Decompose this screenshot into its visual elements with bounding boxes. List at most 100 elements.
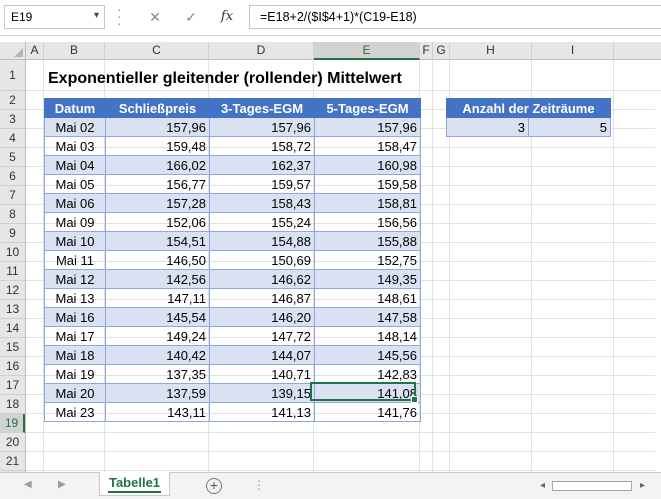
table-cell[interactable]: 146,62 (209, 269, 315, 289)
table-cell[interactable]: 166,02 (105, 155, 210, 175)
row-header-19[interactable]: 19 (0, 414, 25, 433)
table-cell[interactable]: 159,58 (314, 174, 421, 194)
table-cell[interactable]: 152,75 (314, 250, 421, 270)
table-cell[interactable]: 142,56 (105, 269, 210, 289)
table-cell[interactable]: 149,35 (314, 269, 421, 289)
row-header-9[interactable]: 9 (0, 224, 25, 243)
table-cell[interactable]: 147,72 (209, 326, 315, 346)
table-cell[interactable]: 137,59 (105, 383, 210, 403)
column-header-d[interactable]: D (209, 42, 314, 60)
table-cell[interactable]: Mai 20 (44, 383, 106, 403)
table-cell[interactable]: 148,61 (314, 288, 421, 308)
previous-sheet-icon[interactable]: ◀ (24, 479, 32, 490)
row-header-18[interactable]: 18 (0, 395, 25, 414)
header-5-tages-egm[interactable]: 5-Tages-EGM (314, 98, 421, 118)
scroll-thumb[interactable] (552, 481, 632, 491)
sheet-tab-tabelle1[interactable]: Tabelle1 (99, 472, 170, 496)
table-cell[interactable]: 141,13 (209, 402, 315, 422)
scroll-left-icon[interactable]: ◂ (540, 478, 545, 494)
column-header-a[interactable]: A (26, 42, 44, 60)
table-cell[interactable]: 145,56 (314, 345, 421, 365)
table-cell[interactable]: 157,96 (105, 117, 210, 137)
table-cell[interactable]: Mai 11 (44, 250, 106, 270)
vertical-scrollbar[interactable] (655, 102, 661, 472)
table-cell[interactable]: Mai 18 (44, 345, 106, 365)
column-header-b[interactable]: B (44, 42, 105, 60)
insert-function-button[interactable]: fx (216, 7, 238, 27)
table-cell[interactable]: Mai 05 (44, 174, 106, 194)
column-header-g[interactable]: G (433, 42, 450, 60)
row-header-5[interactable]: 5 (0, 148, 25, 167)
table-cell[interactable]: Mai 09 (44, 212, 106, 232)
header-schliesspreis[interactable]: Schließpreis (105, 98, 210, 118)
table-cell[interactable]: 149,24 (105, 326, 210, 346)
period-5-cell[interactable]: 5 (528, 117, 611, 137)
header-datum[interactable]: Datum (44, 98, 106, 118)
cancel-icon[interactable]: ✕ (144, 7, 166, 27)
table-cell[interactable]: 141,76 (314, 402, 421, 422)
row-header-21[interactable]: 21 (0, 452, 25, 471)
cell-area[interactable]: Exponentieller gleitender (rollender) Mi… (26, 60, 661, 472)
table-cell[interactable]: Mai 04 (44, 155, 106, 175)
table-cell[interactable]: 146,20 (209, 307, 315, 327)
horizontal-scrollbar[interactable]: ◂ ▸ (540, 478, 658, 494)
name-box[interactable]: E19 ▾ (4, 5, 105, 29)
row-header-11[interactable]: 11 (0, 262, 25, 281)
column-header-h[interactable]: H (450, 42, 532, 60)
table-cell[interactable]: 146,50 (105, 250, 210, 270)
header-anzahl-zeitraeume[interactable]: Anzahl der Zeiträume (446, 98, 611, 118)
drag-handle-icon[interactable]: ⋮ (253, 478, 265, 492)
table-cell[interactable]: 137,35 (105, 364, 210, 384)
table-cell[interactable]: 159,48 (105, 136, 210, 156)
table-cell[interactable]: 140,42 (105, 345, 210, 365)
row-header-6[interactable]: 6 (0, 167, 25, 186)
add-sheet-icon[interactable]: + (206, 478, 222, 494)
next-sheet-icon[interactable]: ▶ (58, 479, 66, 490)
table-cell[interactable]: 146,87 (209, 288, 315, 308)
table-cell[interactable]: 156,56 (314, 212, 421, 232)
row-header-13[interactable]: 13 (0, 300, 25, 319)
table-cell[interactable]: 158,43 (209, 193, 315, 213)
table-cell[interactable]: 158,81 (314, 193, 421, 213)
check-icon[interactable]: ✓ (180, 7, 202, 27)
table-cell[interactable]: Mai 16 (44, 307, 106, 327)
table-cell[interactable]: 157,28 (105, 193, 210, 213)
table-cell[interactable]: 147,58 (314, 307, 421, 327)
column-header-f[interactable]: F (420, 42, 433, 60)
table-cell[interactable]: 140,71 (209, 364, 315, 384)
row-header-10[interactable]: 10 (0, 243, 25, 262)
table-cell[interactable]: 152,06 (105, 212, 210, 232)
table-cell[interactable]: 142,83 (314, 364, 421, 384)
select-all-button[interactable] (0, 42, 26, 60)
table-cell[interactable]: 156,77 (105, 174, 210, 194)
chevron-down-icon[interactable]: ▾ (94, 10, 99, 21)
row-header-1[interactable]: 1 (0, 60, 25, 91)
period-3-cell[interactable]: 3 (446, 117, 529, 137)
table-cell[interactable]: 158,72 (209, 136, 315, 156)
table-cell[interactable]: 150,69 (209, 250, 315, 270)
table-cell[interactable]: Mai 17 (44, 326, 106, 346)
table-cell[interactable]: 148,14 (314, 326, 421, 346)
table-cell[interactable]: 144,07 (209, 345, 315, 365)
formula-input[interactable]: =E18+2/($I$4+1)*(C19-E18) (249, 5, 661, 29)
row-header-7[interactable]: 7 (0, 186, 25, 205)
row-header-12[interactable]: 12 (0, 281, 25, 300)
drag-handle-icon[interactable]: · · · (117, 2, 122, 30)
table-cell[interactable]: Mai 13 (44, 288, 106, 308)
row-header-14[interactable]: 14 (0, 319, 25, 338)
table-cell[interactable]: 159,57 (209, 174, 315, 194)
table-cell[interactable]: 145,54 (105, 307, 210, 327)
column-header-c[interactable]: C (105, 42, 209, 60)
table-cell[interactable]: 154,88 (209, 231, 315, 251)
column-header-i[interactable]: I (532, 42, 614, 60)
column-header-e[interactable]: E (314, 42, 420, 60)
table-cell[interactable]: Mai 19 (44, 364, 106, 384)
table-cell[interactable]: Mai 12 (44, 269, 106, 289)
table-cell[interactable]: 158,47 (314, 136, 421, 156)
header-3-tages-egm[interactable]: 3-Tages-EGM (209, 98, 315, 118)
table-cell[interactable]: Mai 02 (44, 117, 106, 137)
table-cell[interactable]: 160,98 (314, 155, 421, 175)
table-cell[interactable]: Mai 06 (44, 193, 106, 213)
table-cell[interactable]: Mai 23 (44, 402, 106, 422)
table-cell[interactable]: 157,96 (314, 117, 421, 137)
